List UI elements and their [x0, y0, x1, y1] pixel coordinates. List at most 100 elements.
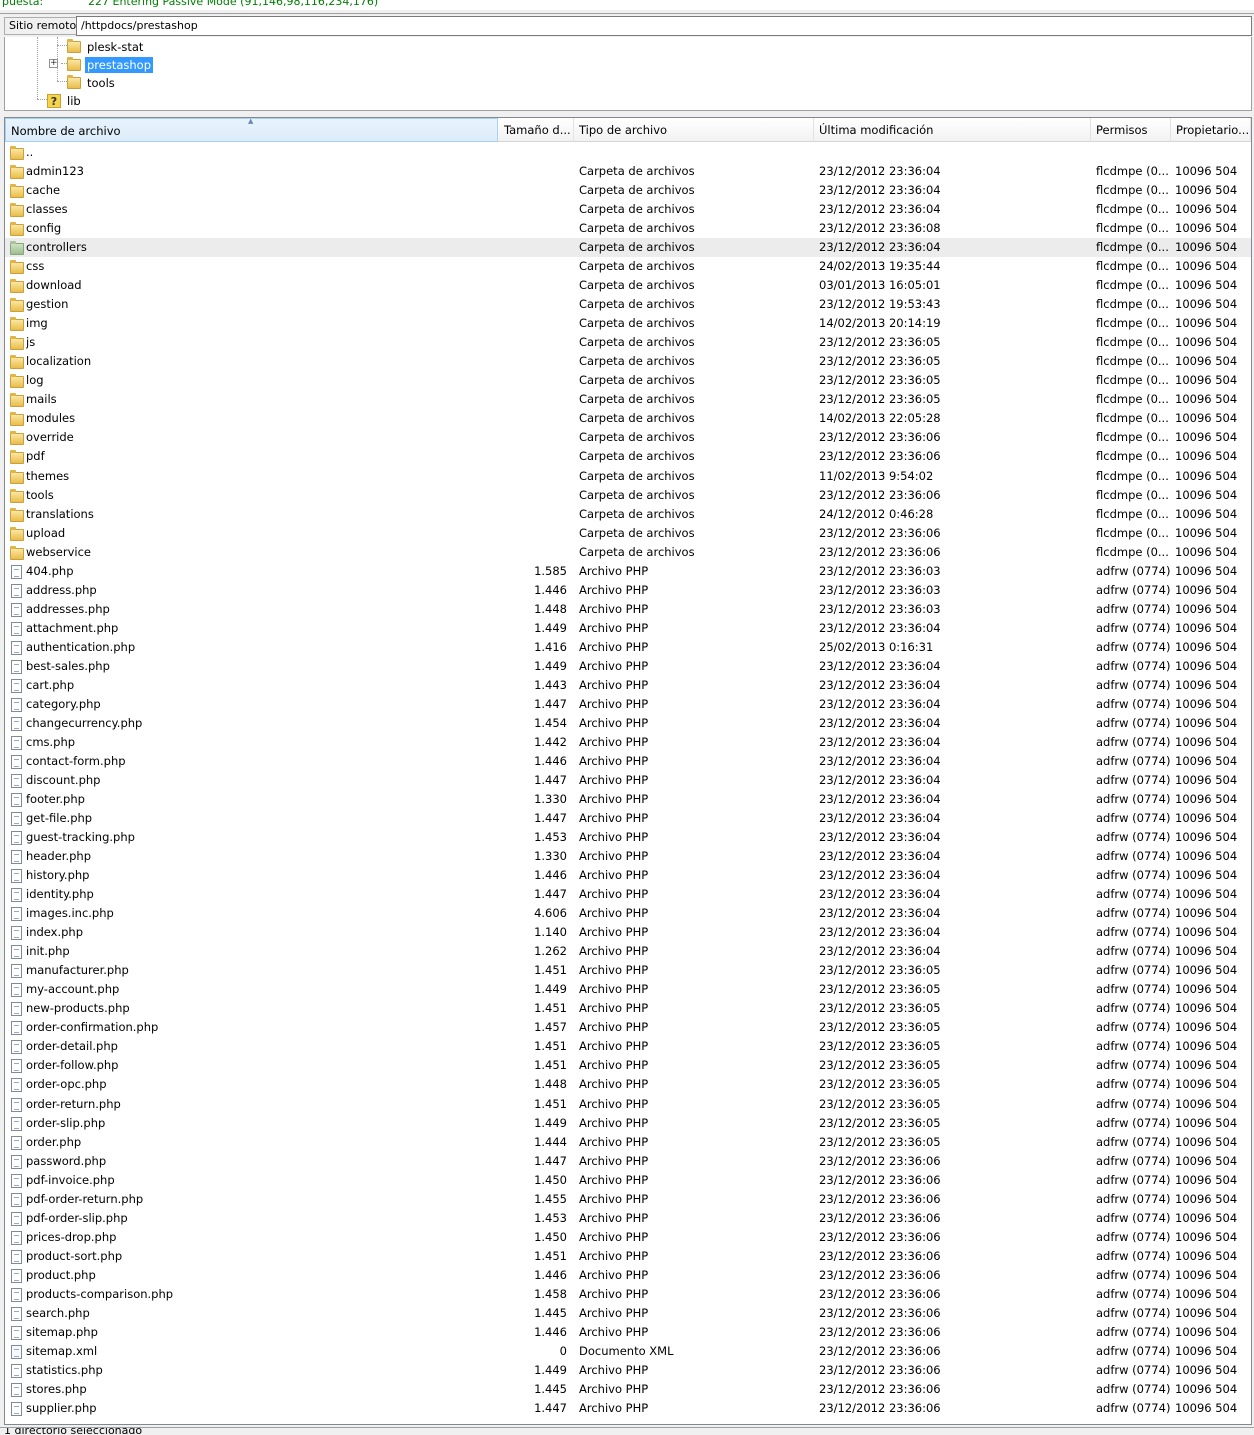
file-modified-date: 14/02/2013 20:14:19: [819, 316, 941, 330]
file-row[interactable]: js Carpeta de archivos 23/12/2012 23:36:05…: [5, 333, 1251, 352]
column-header-type-label: Tipo de archivo: [579, 123, 668, 137]
file-row[interactable]: mails Carpeta de archivos 23/12/2012 23:36…: [5, 390, 1251, 409]
file-row[interactable]: modules Carpeta de archivos 14/02/2013 22:…: [5, 409, 1251, 428]
file-row[interactable]: img Carpeta de archivos 14/02/2013 20:14:1…: [5, 314, 1251, 333]
file-row[interactable]: product-sort.php 1.451 Archivo PHP 23/12/20…: [5, 1247, 1251, 1266]
file-row[interactable]: attachment.php 1.449 Archivo PHP 23/12/2012…: [5, 619, 1251, 638]
file-row[interactable]: category.php 1.447 Archivo PHP 23/12/2012 2…: [5, 695, 1251, 714]
file-row[interactable]: get-file.php 1.447 Archivo PHP 23/12/2012 2…: [5, 809, 1251, 828]
file-type: Carpeta de archivos: [579, 335, 695, 349]
file-row[interactable]: history.php 1.446 Archivo PHP 23/12/2012 23…: [5, 866, 1251, 885]
file-row[interactable]: prices-drop.php 1.450 Archivo PHP 23/12/201…: [5, 1228, 1251, 1247]
file-name: product.php: [26, 1268, 96, 1282]
file-row[interactable]: new-products.php 1.451 Archivo PHP 23/12/20…: [5, 999, 1251, 1018]
file-size: [499, 162, 567, 181]
column-header-permissions[interactable]: Permisos: [1091, 118, 1171, 142]
column-header-owner[interactable]: Propietario...: [1171, 118, 1251, 142]
file-row[interactable]: order-return.php 1.451 Archivo PHP 23/12/20…: [5, 1095, 1251, 1114]
file-row[interactable]: cache Carpeta de archivos 23/12/2012 23:36…: [5, 181, 1251, 200]
file-row[interactable]: pdf-order-return.php 1.455 Archivo PHP 23/1…: [5, 1190, 1251, 1209]
tree-node[interactable]: plesk-stat: [67, 37, 145, 55]
file-row[interactable]: order-opc.php 1.448 Archivo PHP 23/12/2012 …: [5, 1075, 1251, 1094]
file-size: [499, 143, 567, 162]
file-row[interactable]: cart.php 1.443 Archivo PHP 23/12/2012 23:36…: [5, 676, 1251, 695]
file-row[interactable]: ..: [5, 143, 1251, 162]
file-row[interactable]: manufacturer.php 1.451 Archivo PHP 23/12/20…: [5, 961, 1251, 980]
file-row[interactable]: pdf-order-slip.php 1.453 Archivo PHP 23/12/…: [5, 1209, 1251, 1228]
tree-node[interactable]: tools: [67, 73, 117, 91]
file-row[interactable]: addresses.php 1.448 Archivo PHP 23/12/2012 …: [5, 600, 1251, 619]
file-row[interactable]: password.php 1.447 Archivo PHP 23/12/2012 2…: [5, 1152, 1251, 1171]
expand-toggle-icon[interactable]: +: [49, 59, 58, 68]
tree-node[interactable]: prestashop: [67, 55, 154, 73]
file-row[interactable]: guest-tracking.php 1.453 Archivo PHP 23/12/…: [5, 828, 1251, 847]
file-row[interactable]: products-comparison.php 1.458 Archivo PHP 2…: [5, 1285, 1251, 1304]
file-row[interactable]: stores.php 1.445 Archivo PHP 23/12/2012 23:…: [5, 1380, 1251, 1399]
file-row[interactable]: sitemap.xml 0 Documento XML 23/12/2012 23:3…: [5, 1342, 1251, 1361]
file-row[interactable]: gestion Carpeta de archivos 23/12/2012 19:…: [5, 295, 1251, 314]
file-type: Carpeta de archivos: [579, 545, 695, 559]
file-row[interactable]: identity.php 1.447 Archivo PHP 23/12/2012 2…: [5, 885, 1251, 904]
file-row[interactable]: css Carpeta de archivos 24/02/2013 19:35:4…: [5, 257, 1251, 276]
file-row[interactable]: classes Carpeta de archivos 23/12/2012 23:…: [5, 200, 1251, 219]
file-row[interactable]: index.php 1.140 Archivo PHP 23/12/2012 23:3…: [5, 923, 1251, 942]
file-size: 1.449: [534, 621, 567, 635]
file-row[interactable]: order.php 1.444 Archivo PHP 23/12/2012 23:3…: [5, 1133, 1251, 1152]
file-type: Archivo PHP: [579, 564, 649, 578]
file-row[interactable]: admin123 Carpeta de archivos 23/12/2012 23…: [5, 162, 1251, 181]
file-row[interactable]: best-sales.php 1.449 Archivo PHP 23/12/2012…: [5, 657, 1251, 676]
file-row[interactable]: my-account.php 1.449 Archivo PHP 23/12/2012…: [5, 980, 1251, 999]
file-owner: 10096 504: [1175, 354, 1238, 368]
file-permissions: flcdmpe (0...: [1096, 202, 1169, 216]
tree-node[interactable]: ? lib: [47, 91, 83, 109]
file-row[interactable]: log Carpeta de archivos 23/12/2012 23:36:0…: [5, 371, 1251, 390]
file-row[interactable]: translations Carpeta de archivos 24/12/201…: [5, 505, 1251, 524]
file-size: 1.453: [534, 1211, 567, 1225]
file-row[interactable]: themes Carpeta de archivos 11/02/2013 9:54…: [5, 467, 1251, 486]
file-row[interactable]: override Carpeta de archivos 23/12/2012 23…: [5, 428, 1251, 447]
file-row[interactable]: images.inc.php 4.606 Archivo PHP 23/12/2012…: [5, 904, 1251, 923]
column-header-date[interactable]: Última modificación: [814, 118, 1091, 142]
file-permissions: adfrw (0774): [1096, 1077, 1171, 1091]
file-row[interactable]: search.php 1.445 Archivo PHP 23/12/2012 23:…: [5, 1304, 1251, 1323]
file-row[interactable]: order-detail.php 1.451 Archivo PHP 23/12/20…: [5, 1037, 1251, 1056]
file-size: 1.451: [534, 1039, 567, 1053]
file-row[interactable]: upload Carpeta de archivos 23/12/2012 23:3…: [5, 524, 1251, 543]
file-row[interactable]: contact-form.php 1.446 Archivo PHP 23/12/20…: [5, 752, 1251, 771]
file-row[interactable]: localization Carpeta de archivos 23/12/201…: [5, 352, 1251, 371]
file-row[interactable]: pdf Carpeta de archivos 23/12/2012 23:36:0…: [5, 447, 1251, 466]
file-row[interactable]: order-follow.php 1.451 Archivo PHP 23/12/20…: [5, 1056, 1251, 1075]
file-row[interactable]: cms.php 1.442 Archivo PHP 23/12/2012 23:36:…: [5, 733, 1251, 752]
column-header-type[interactable]: Tipo de archivo: [574, 118, 814, 142]
file-row[interactable]: download Carpeta de archivos 03/01/2013 16…: [5, 276, 1251, 295]
file-row[interactable]: order-slip.php 1.449 Archivo PHP 23/12/2012…: [5, 1114, 1251, 1133]
column-header-size[interactable]: Tamaño d...: [499, 118, 574, 142]
file-row[interactable]: controllers Carpeta de archivos 23/12/2012…: [5, 238, 1251, 257]
file-modified-date: 23/12/2012 23:36:06: [819, 488, 941, 502]
file-row[interactable]: header.php 1.330 Archivo PHP 23/12/2012 23:…: [5, 847, 1251, 866]
file-row[interactable]: sitemap.php 1.446 Archivo PHP 23/12/2012 23…: [5, 1323, 1251, 1342]
file-row[interactable]: init.php 1.262 Archivo PHP 23/12/2012 23:36…: [5, 942, 1251, 961]
file-row[interactable]: supplier.php 1.447 Archivo PHP 23/12/2012 2…: [5, 1399, 1251, 1418]
folder-icon: [10, 241, 24, 255]
file-row[interactable]: statistics.php 1.449 Archivo PHP 23/12/2012…: [5, 1361, 1251, 1380]
file-row[interactable]: authentication.php 1.416 Archivo PHP 25/02/…: [5, 638, 1251, 657]
file-permissions: flcdmpe (0...: [1096, 392, 1169, 406]
file-row[interactable]: tools Carpeta de archivos 23/12/2012 23:36…: [5, 486, 1251, 505]
file-row[interactable]: address.php 1.446 Archivo PHP 23/12/2012 23…: [5, 581, 1251, 600]
file-name: img: [26, 316, 48, 330]
file-row[interactable]: discount.php 1.447 Archivo PHP 23/12/2012 2…: [5, 771, 1251, 790]
folder-icon: [10, 184, 24, 198]
file-row[interactable]: product.php 1.446 Archivo PHP 23/12/2012 23…: [5, 1266, 1251, 1285]
file-row[interactable]: config Carpeta de archivos 23/12/2012 23:3…: [5, 219, 1251, 238]
file-size: [499, 543, 567, 562]
file-row[interactable]: footer.php 1.330 Archivo PHP 23/12/2012 23:…: [5, 790, 1251, 809]
file-row[interactable]: order-confirmation.php 1.457 Archivo PHP 23…: [5, 1018, 1251, 1037]
file-row[interactable]: 404.php 1.585 Archivo PHP 23/12/2012 23:36:…: [5, 562, 1251, 581]
file-row[interactable]: webservice Carpeta de archivos 23/12/2012 …: [5, 543, 1251, 562]
file-icon: [10, 1098, 24, 1112]
remote-path-input[interactable]: /httpdocs/prestashop: [76, 16, 1252, 36]
file-name: discount.php: [26, 773, 101, 787]
file-row[interactable]: pdf-invoice.php 1.450 Archivo PHP 23/12/201…: [5, 1171, 1251, 1190]
file-row[interactable]: changecurrency.php 1.454 Archivo PHP 23/12/…: [5, 714, 1251, 733]
